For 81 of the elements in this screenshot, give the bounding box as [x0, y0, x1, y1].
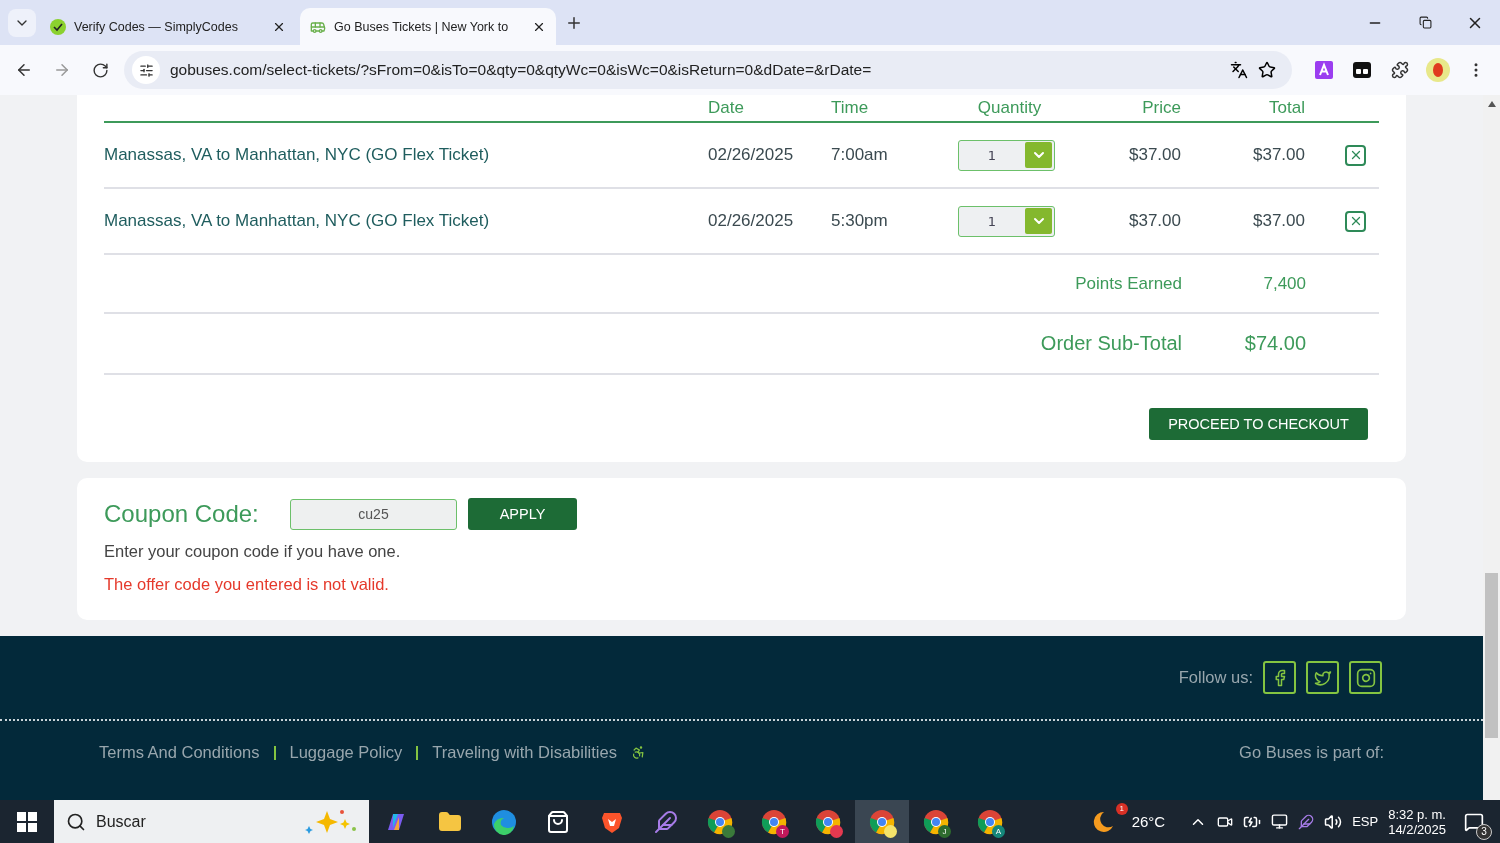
- ticket-date: 02/26/2025: [708, 145, 794, 165]
- feather-icon[interactable]: [654, 809, 678, 834]
- forward-icon[interactable]: [53, 61, 71, 79]
- weather-badge: 1: [1115, 802, 1128, 815]
- ticket-total: $37.00: [1253, 211, 1305, 231]
- edge-icon[interactable]: [491, 808, 517, 835]
- volume-icon[interactable]: [1324, 812, 1343, 831]
- reload-icon[interactable]: [91, 61, 109, 79]
- column-header: Time: [831, 98, 869, 118]
- ticket-description: Manassas, VA to Manhattan, NYC (GO Flex Ticket): [104, 145, 491, 165]
- check-logo-icon: [50, 18, 66, 35]
- taskbar-app[interactable]: [855, 800, 909, 843]
- browser-tab[interactable]: Go Buses Tickets | New York to: [300, 8, 556, 45]
- coupon-label: Coupon Code:: [104, 500, 260, 528]
- bird-icon: [1313, 668, 1332, 687]
- footer-link[interactable]: Luggage Policy: [289, 743, 403, 762]
- address-bar[interactable]: gobuses.com/select-tickets/?sFrom=0&isTo=0&qty=0&qtyWc=0&isWc=0&isReturn=0&dDate=&rDate=: [124, 51, 1292, 89]
- taskbar-app[interactable]: J: [909, 800, 963, 843]
- instagram-button[interactable]: [1349, 661, 1382, 694]
- tab-list-button[interactable]: [8, 8, 36, 37]
- follow-label: Follow us:: [1178, 668, 1253, 687]
- part-of-label: Go Buses is part of:: [1239, 743, 1384, 762]
- quantity-select[interactable]: 1: [958, 205, 1055, 237]
- points-value: 7,400: [1262, 273, 1306, 294]
- scroll-up-icon[interactable]: [1487, 101, 1496, 107]
- ticket-description: Manassas, VA to Manhattan, NYC (GO Flex Ticket): [104, 211, 491, 231]
- feather-tray-icon[interactable]: [1298, 813, 1315, 830]
- profile-badge: J: [938, 825, 951, 838]
- taskbar-app[interactable]: T: [747, 800, 801, 843]
- bookmark-star-icon[interactable]: [1258, 61, 1276, 79]
- ticket-total: $37.00: [1253, 145, 1305, 165]
- restore-icon[interactable]: [1418, 16, 1432, 29]
- checkout-button[interactable]: PROCEED TO CHECKOUT: [1149, 408, 1368, 440]
- temperature: 26°C: [1131, 813, 1166, 830]
- ticket-price: $37.00: [1129, 145, 1181, 165]
- ticket-date: 02/26/2025: [708, 211, 794, 231]
- profile-badge: T: [776, 825, 789, 838]
- folder-icon[interactable]: [438, 809, 462, 834]
- ticket-time: 7:00am: [831, 145, 888, 165]
- subtotal-value: $74.00: [1243, 332, 1306, 355]
- extensions-puzzle-icon[interactable]: [1391, 61, 1409, 79]
- profile-avatar[interactable]: [1426, 58, 1450, 82]
- clock[interactable]: 8:32 p. m. 14/2/2025: [1388, 806, 1446, 837]
- facebook-button[interactable]: [1263, 661, 1296, 694]
- footer-link[interactable]: Terms And Conditions: [99, 743, 260, 762]
- coupon-hint: Enter your coupon code if you have one.: [104, 542, 402, 561]
- twitter-button[interactable]: [1306, 661, 1339, 694]
- sliders-icon: [138, 62, 154, 78]
- windows-logo-icon[interactable]: [17, 811, 37, 832]
- error-message: The offer code you entered is not valid.: [104, 575, 390, 594]
- remove-button[interactable]: [1345, 210, 1366, 232]
- browser-icon: [977, 808, 1003, 835]
- browser-tab[interactable]: Verify Codes — SimplyCodes: [40, 8, 296, 45]
- ticket-price: $37.00: [1129, 211, 1181, 231]
- network-icon[interactable]: [1271, 813, 1289, 830]
- subtotal-label: Order Sub-Total: [1040, 332, 1182, 355]
- language-indicator[interactable]: ESP: [1352, 814, 1379, 829]
- column-header: Total: [1269, 98, 1305, 118]
- taskbar-search[interactable]: Buscar: [54, 800, 369, 843]
- quantity-select[interactable]: 1: [958, 139, 1055, 171]
- footer-link[interactable]: Traveling with Disabilities: [432, 743, 617, 762]
- column-header: Date: [708, 98, 744, 118]
- taskbar-app[interactable]: A: [963, 800, 1017, 843]
- column-header: Price: [1142, 98, 1181, 118]
- store-icon[interactable]: [546, 809, 570, 834]
- notification-count: 3: [1476, 823, 1492, 840]
- translate-icon[interactable]: [1230, 61, 1248, 79]
- wheelchair-icon: [630, 745, 646, 760]
- profile-badge: A: [992, 825, 1005, 838]
- back-icon[interactable]: [15, 61, 33, 79]
- column-header: Quantity: [977, 98, 1042, 118]
- site-settings-button[interactable]: [132, 56, 160, 84]
- ticket-time: 5:30pm: [831, 211, 888, 231]
- apply-button[interactable]: APPLY: [468, 498, 577, 530]
- coupon-field[interactable]: cu25: [290, 498, 457, 530]
- points-label: Points Earned: [1075, 273, 1182, 294]
- remove-button[interactable]: [1345, 144, 1366, 166]
- scroll-thumb[interactable]: [1485, 573, 1498, 738]
- extension-icon[interactable]: [1353, 62, 1371, 78]
- search-icon: [66, 811, 86, 832]
- camera-icon: [1355, 667, 1376, 688]
